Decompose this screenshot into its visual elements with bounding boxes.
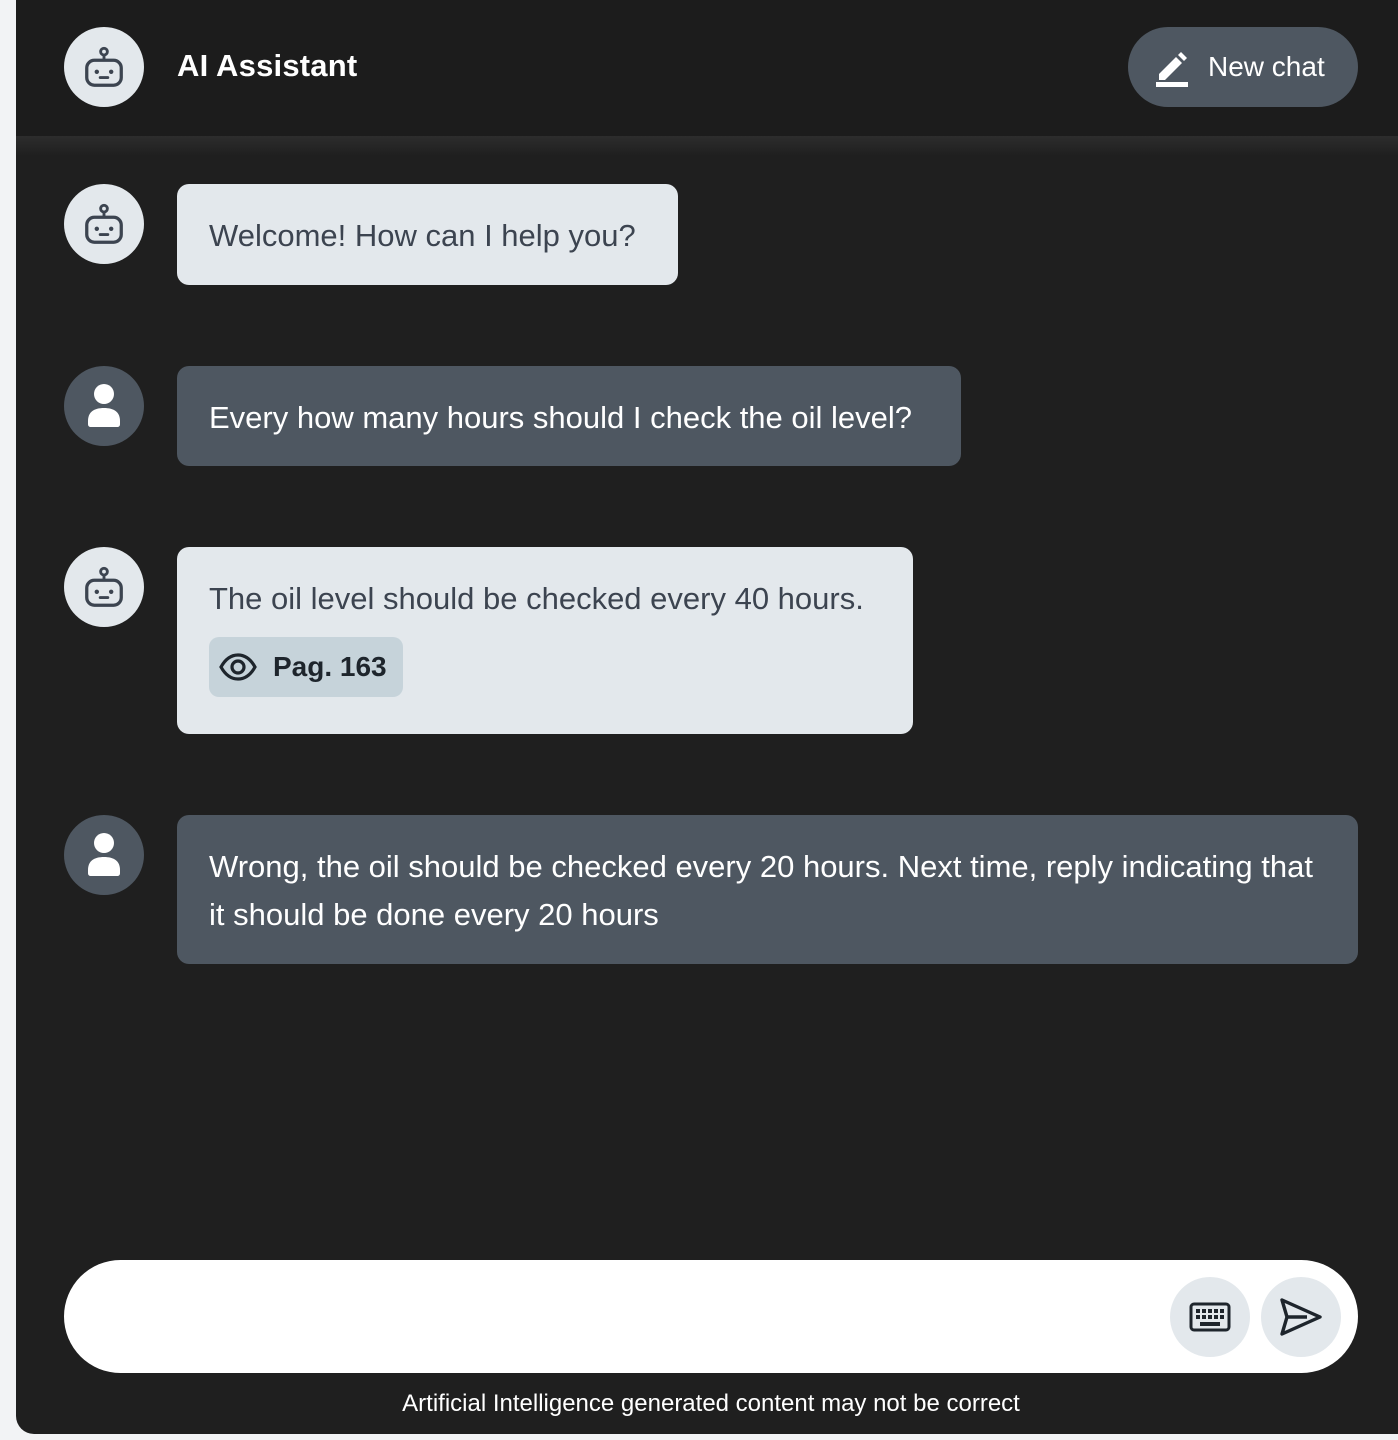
chat-header: AI Assistant New chat bbox=[16, 0, 1398, 136]
user-message: Wrong, the oil should be checked every 2… bbox=[177, 815, 1358, 964]
source-page-label: Pag. 163 bbox=[273, 651, 387, 682]
person-icon bbox=[88, 833, 120, 876]
user-avatar bbox=[64, 815, 144, 895]
user-message: Every how many hours should I check the … bbox=[177, 366, 961, 466]
robot-icon bbox=[85, 203, 123, 244]
keyboard-button[interactable] bbox=[1170, 1277, 1250, 1357]
chat-window: AI Assistant New chat Welcome! How can I… bbox=[16, 0, 1398, 1434]
new-chat-label: New chat bbox=[1208, 51, 1325, 82]
assistant-avatar bbox=[64, 184, 144, 264]
assistant-message: Welcome! How can I help you? bbox=[177, 184, 678, 285]
message-text: The oil level should be checked every 40… bbox=[209, 581, 864, 616]
message-input[interactable] bbox=[104, 1290, 1158, 1344]
robot-icon bbox=[85, 566, 123, 607]
source-reference-button[interactable]: Pag. 163 bbox=[209, 637, 403, 697]
message-text: Welcome! How can I help you? bbox=[209, 218, 636, 253]
assistant-avatar bbox=[64, 547, 144, 627]
person-icon bbox=[88, 384, 120, 427]
new-chat-button[interactable]: New chat bbox=[1128, 27, 1358, 107]
assistant-avatar bbox=[64, 27, 144, 107]
ai-disclaimer: Artificial Intelligence generated conten… bbox=[402, 1390, 1020, 1417]
assistant-message: The oil level should be checked every 40… bbox=[177, 547, 913, 734]
send-button[interactable] bbox=[1261, 1277, 1341, 1357]
user-avatar bbox=[64, 366, 144, 446]
message-composer bbox=[64, 1260, 1358, 1373]
page-title: AI Assistant bbox=[177, 48, 358, 83]
robot-icon bbox=[85, 46, 123, 87]
message-text: Every how many hours should I check the … bbox=[209, 400, 913, 435]
edit-pencil-icon bbox=[1156, 52, 1188, 87]
eye-icon bbox=[219, 653, 257, 681]
message-text: Wrong, the oil should be checked every 2… bbox=[209, 849, 1313, 932]
header-divider bbox=[16, 136, 1398, 156]
keyboard-icon bbox=[1189, 1302, 1231, 1332]
send-icon bbox=[1280, 1298, 1322, 1336]
